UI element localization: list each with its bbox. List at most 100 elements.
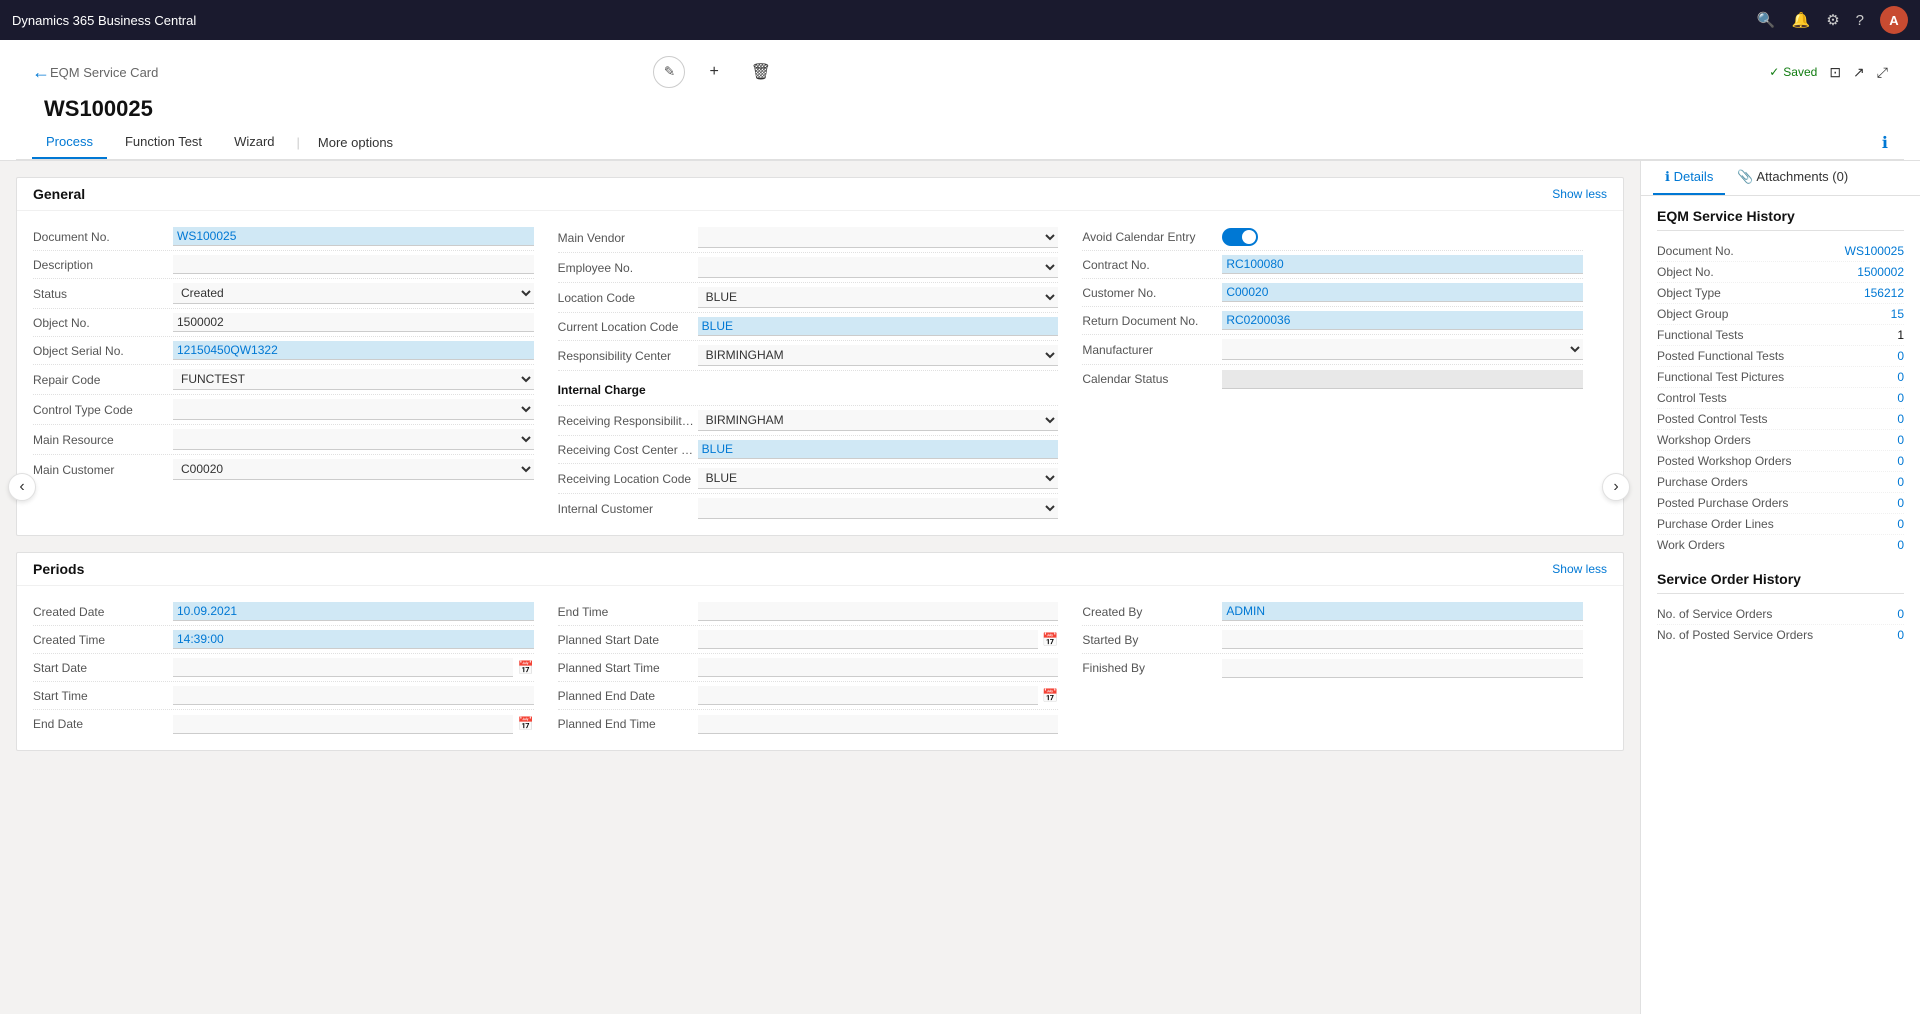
help-icon[interactable]: ?	[1856, 12, 1864, 29]
field-start-time: Start Time	[33, 682, 534, 710]
edit-button[interactable]: ✎	[653, 56, 685, 88]
description-input[interactable]	[173, 255, 534, 274]
right-purchase-orders[interactable]: 0	[1897, 475, 1904, 489]
object-serial-no-input[interactable]	[173, 341, 534, 360]
details-icon: ℹ	[1665, 169, 1670, 184]
planned-end-date-calendar-icon[interactable]: 📅	[1042, 688, 1058, 704]
right-workshop-orders[interactable]: 0	[1897, 433, 1904, 447]
started-by-input[interactable]	[1222, 630, 1583, 649]
right-purchase-order-lines[interactable]: 0	[1897, 517, 1904, 531]
location-code-select[interactable]: BLUE	[698, 287, 1059, 308]
right-posted-workshop-orders[interactable]: 0	[1897, 454, 1904, 468]
manufacturer-select[interactable]	[1222, 339, 1583, 360]
calendar-status-input[interactable]	[1222, 370, 1583, 389]
main-resource-select[interactable]	[173, 429, 534, 450]
right-row-posted-workshop-orders: Posted Workshop Orders 0	[1657, 451, 1904, 472]
periods-show-less[interactable]: Show less	[1552, 562, 1607, 576]
created-date-input[interactable]	[173, 602, 534, 621]
planned-end-date-input[interactable]	[698, 686, 1038, 705]
planned-start-date-calendar-icon[interactable]: 📅	[1042, 632, 1058, 648]
customer-no-input[interactable]	[1222, 283, 1583, 302]
right-object-no[interactable]: 1500002	[1857, 265, 1904, 279]
return-document-no-input[interactable]	[1222, 311, 1583, 330]
general-section-title: General	[33, 186, 85, 202]
right-work-orders[interactable]: 0	[1897, 538, 1904, 552]
repair-code-select[interactable]: FUNCTEST	[173, 369, 534, 390]
right-tab-details[interactable]: ℹ Details	[1653, 161, 1725, 195]
end-date-calendar-icon[interactable]: 📅	[517, 716, 533, 732]
employee-no-select[interactable]	[698, 257, 1059, 278]
right-row-posted-purchase-orders: Posted Purchase Orders 0	[1657, 493, 1904, 514]
status-select[interactable]: Created	[173, 283, 534, 304]
tabs-bar: Process Function Test Wizard | More opti…	[16, 126, 1904, 160]
periods-section-body: Created Date Created Time Start Date 📅	[17, 586, 1623, 750]
receiving-location-code-select[interactable]: BLUE	[698, 468, 1059, 489]
responsibility-center-select[interactable]: BIRMINGHAM	[698, 345, 1059, 366]
main-customer-select[interactable]: C00020	[173, 459, 534, 480]
field-created-by: Created By	[1082, 598, 1583, 626]
field-planned-start-time: Planned Start Time	[558, 654, 1059, 682]
right-posted-control-tests[interactable]: 0	[1897, 412, 1904, 426]
general-form-grid: Document No. Description Status Created	[33, 223, 1607, 523]
expand-icon[interactable]: ⤢	[1877, 64, 1888, 81]
avatar[interactable]: A	[1880, 6, 1908, 34]
start-date-calendar-icon[interactable]: 📅	[517, 660, 533, 676]
created-by-input[interactable]	[1222, 602, 1583, 621]
popout-icon[interactable]: ↗	[1853, 64, 1865, 81]
planned-start-date-input[interactable]	[698, 630, 1038, 649]
settings-icon[interactable]: ⚙	[1826, 11, 1839, 29]
field-object-no: Object No.	[33, 309, 534, 337]
delete-button[interactable]: 🗑	[743, 58, 779, 86]
right-no-posted-service-orders[interactable]: 0	[1897, 628, 1904, 642]
nav-next-button[interactable]: ›	[1602, 473, 1630, 501]
tab-process[interactable]: Process	[32, 126, 107, 159]
saved-indicator: ✓ Saved	[1769, 65, 1817, 79]
right-no-service-orders[interactable]: 0	[1897, 607, 1904, 621]
end-date-input[interactable]	[173, 715, 513, 734]
end-time-input[interactable]	[698, 602, 1059, 621]
right-document-no[interactable]: WS100025	[1845, 244, 1904, 258]
right-object-type[interactable]: 156212	[1864, 286, 1904, 300]
nav-prev-button[interactable]: ‹	[8, 473, 36, 501]
planned-end-time-input[interactable]	[698, 715, 1059, 734]
right-functional-test-pictures[interactable]: 0	[1897, 370, 1904, 384]
add-button[interactable]: +	[701, 59, 726, 85]
receiving-responsibility-center-select[interactable]: BIRMINGHAM	[698, 410, 1059, 431]
object-no-input[interactable]	[173, 313, 534, 332]
bell-icon[interactable]: 🔔	[1792, 11, 1811, 29]
contract-no-input[interactable]	[1222, 255, 1583, 274]
general-show-less[interactable]: Show less	[1552, 187, 1607, 201]
internal-customer-select[interactable]	[698, 498, 1059, 519]
field-manufacturer: Manufacturer	[1082, 335, 1583, 365]
field-object-serial-no: Object Serial No.	[33, 337, 534, 365]
finished-by-input[interactable]	[1222, 659, 1583, 678]
service-order-history-title: Service Order History	[1657, 571, 1904, 594]
current-location-code-input[interactable]	[698, 317, 1059, 336]
created-time-input[interactable]	[173, 630, 534, 649]
right-posted-functional-tests[interactable]: 0	[1897, 349, 1904, 363]
right-control-tests[interactable]: 0	[1897, 391, 1904, 405]
start-date-input[interactable]	[173, 658, 513, 677]
back-button[interactable]: ←	[32, 62, 50, 83]
start-time-input[interactable]	[173, 686, 534, 705]
right-posted-purchase-orders[interactable]: 0	[1897, 496, 1904, 510]
planned-start-time-input[interactable]	[698, 658, 1059, 677]
tab-function-test[interactable]: Function Test	[111, 126, 216, 159]
tab-wizard[interactable]: Wizard	[220, 126, 288, 159]
avoid-calendar-toggle[interactable]	[1222, 228, 1258, 246]
eqm-service-history-section: EQM Service History Document No. WS10002…	[1657, 208, 1904, 555]
document-no-input[interactable]	[173, 227, 534, 246]
more-options[interactable]: More options	[304, 127, 407, 158]
control-type-code-select[interactable]	[173, 399, 534, 420]
search-icon[interactable]: 🔍	[1757, 11, 1776, 29]
field-planned-start-date: Planned Start Date 📅	[558, 626, 1059, 654]
right-tab-attachments[interactable]: 📎 Attachments (0)	[1725, 161, 1860, 195]
fullscreen-icon[interactable]: ⊡	[1829, 64, 1841, 81]
receiving-cost-center-code-input[interactable]	[698, 440, 1059, 459]
breadcrumb: EQM Service Card	[50, 65, 158, 80]
main-vendor-select[interactable]	[698, 227, 1059, 248]
section-info-icon[interactable]: ℹ	[1882, 135, 1888, 152]
right-functional-tests[interactable]: 1	[1897, 328, 1904, 342]
right-object-group[interactable]: 15	[1891, 307, 1904, 321]
right-row-functional-tests: Functional Tests 1	[1657, 325, 1904, 346]
